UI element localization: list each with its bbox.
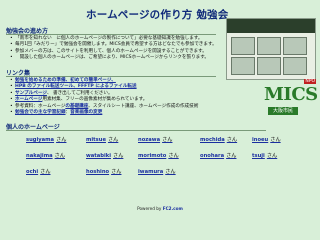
member-link[interactable]: sugiyama さん [26,136,66,143]
link-study-record[interactable]: 勉強会での主な学習記録 [15,110,66,115]
member-link[interactable]: nozawa さん [138,136,172,143]
link-music-image[interactable]: 音楽画像の変更 [70,110,102,115]
member-link[interactable]: nakajima さん [26,152,65,159]
link-description: 用素材集、フリーの画像素材が集められています。 [42,97,148,103]
member-link[interactable]: iwamura さん [138,168,176,175]
member-link[interactable]: mochida さん [200,136,237,143]
banner-photo [231,57,255,75]
footer-prefix: Powered by [137,206,163,211]
banner-photo [257,57,281,75]
links-list: 勉強を始めるための準備、初めての簡単ページ、 HPB のファイル転送ツール、FF… [10,78,199,117]
banner-photo [283,57,307,75]
banner-image [226,18,316,80]
link-sample-page[interactable]: サンプルページ [15,91,47,96]
mics-logo[interactable]: NPO MICS [264,79,318,108]
section-divider [6,34,216,35]
member-link[interactable]: mitsue さん [86,136,118,143]
mics-wordmark: MICS [264,84,318,105]
link-basics-course[interactable]: の基礎講座 [65,104,88,109]
banner-photo [283,37,307,55]
member-link[interactable]: tsuji さん [252,152,277,159]
link-description: 、 書き出してご利用ください。 [46,90,113,96]
page-title: ホームページの作り方 勉強会 [86,9,229,21]
member-link[interactable]: onohara さん [200,152,236,159]
banner-photo [257,37,281,55]
member-link[interactable]: watabiki さん [86,152,123,159]
link-materials[interactable]: ホームページ [15,97,42,102]
member-link[interactable]: ochi さん [26,168,51,175]
member-link[interactable]: morimoto さん [138,152,179,159]
banner-photo [231,37,255,55]
link-prefix: 参考資料：ホームページ [15,103,66,109]
list-item: 勉強会での主な学習記録：音楽画像の変更 [10,110,198,117]
section-divider [6,130,266,131]
city-badge: 大阪市民 [268,107,298,115]
member-link[interactable]: hoshino さん [86,168,121,175]
banner-strip [227,19,315,33]
link-file-transfer[interactable]: HPB のファイル転送ツール、FFFTP によるファイル転送 [15,84,137,89]
link-getting-started[interactable]: 勉強を始めるための準備、初めての簡単ページ、 [15,78,116,83]
footer: Powered by FC2.com [0,206,320,211]
section-divider [6,76,216,77]
link-description: 、スタイルシート講座、ホームページ作成の作成技術 [88,103,199,109]
list-item: 開設した個人のホームページは、ご希望により、MICSホームページからリンクを張り… [10,55,217,62]
page: ホームページの作り方 勉強会 NPO MICS 大阪市民 勉強会の進め方 「南市… [0,0,320,240]
member-link[interactable]: inoeu さん [252,136,281,143]
aim-list: 「南市を知れない に個人のホームページの製作について」必要な基礎知識を勉強します… [10,36,217,62]
footer-brand-link[interactable]: FC2.com [163,206,183,211]
